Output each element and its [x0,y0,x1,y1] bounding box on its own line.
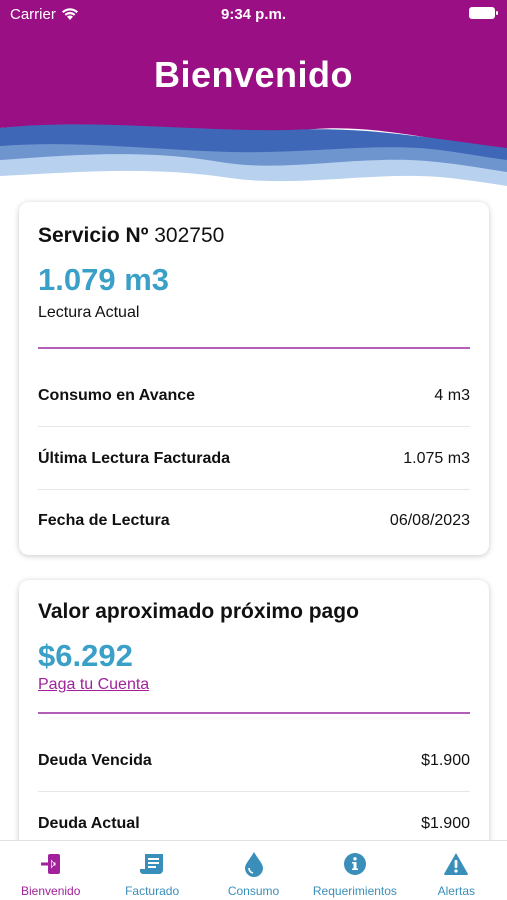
row-value: $1.900 [421,751,470,769]
pay-account-link[interactable]: Paga tu Cuenta [38,676,149,694]
row-label: Deuda Actual [38,815,140,832]
row-value: 1.075 m3 [403,449,470,467]
tab-bienvenido[interactable]: Bienvenido [0,841,101,900]
tab-label: Requerimientos [312,884,397,898]
current-reading-label: Lectura Actual [38,304,140,321]
info-icon [342,851,368,877]
receipt-icon [139,851,165,877]
service-row-last-billed-reading: Última Lectura Facturada 1.075 m3 [38,428,470,490]
tab-bar: Bienvenido Facturado Consumo Requerimien… [0,840,507,900]
tab-alertas[interactable]: Alertas [406,841,507,900]
water-drop-icon [241,851,267,877]
header-wave-background [0,0,507,195]
status-time: 9:34 p.m. [220,6,287,23]
row-value: 4 m3 [434,386,470,404]
row-value: $1.900 [421,815,470,832]
row-label: Última Lectura Facturada [38,449,231,467]
row-label: Fecha de Lectura [38,512,170,529]
service-number: 302750 [154,224,225,247]
status-bar: Carrier 9:34 p.m. [0,0,507,28]
warning-icon [443,851,469,877]
service-row-consumption: Consumo en Avance 4 m3 [38,365,470,427]
row-value: 06/08/2023 [389,512,470,529]
tab-requerimientos[interactable]: Requerimientos [304,841,405,900]
payment-title: Valor aproximado próximo pago [38,600,359,623]
tab-consumo[interactable]: Consumo [203,841,304,900]
service-divider [38,347,470,349]
tab-label: Facturado [125,884,180,898]
tab-label: Bienvenido [21,884,81,898]
service-row-reading-date: Fecha de Lectura 06/08/2023 [38,490,470,552]
payment-divider [38,712,470,714]
row-label: Consumo en Avance [38,386,196,404]
tab-label: Consumo [227,884,280,898]
header: Bienvenido [0,0,507,195]
tab-facturado[interactable]: Facturado [101,841,202,900]
battery-icon [469,7,498,19]
row-label: Deuda Vencida [38,751,152,769]
service-card: Servicio Nº 302750 1.079 m3 Lectura Actu… [19,202,489,555]
service-label: Servicio Nº [38,224,149,247]
current-reading-value: 1.079 m3 [38,262,169,297]
tab-label: Alertas [437,884,475,898]
page-title: Bienvenido [153,54,354,95]
service-number-heading: Servicio Nº 302750 [38,224,224,248]
payment-card: Valor aproximado próximo pago $6.292 Pag… [19,580,489,880]
payment-row-overdue-debt: Deuda Vencida $1.900 [38,730,470,792]
sign-in-icon [38,851,64,877]
payment-amount: $6.292 [38,638,133,673]
